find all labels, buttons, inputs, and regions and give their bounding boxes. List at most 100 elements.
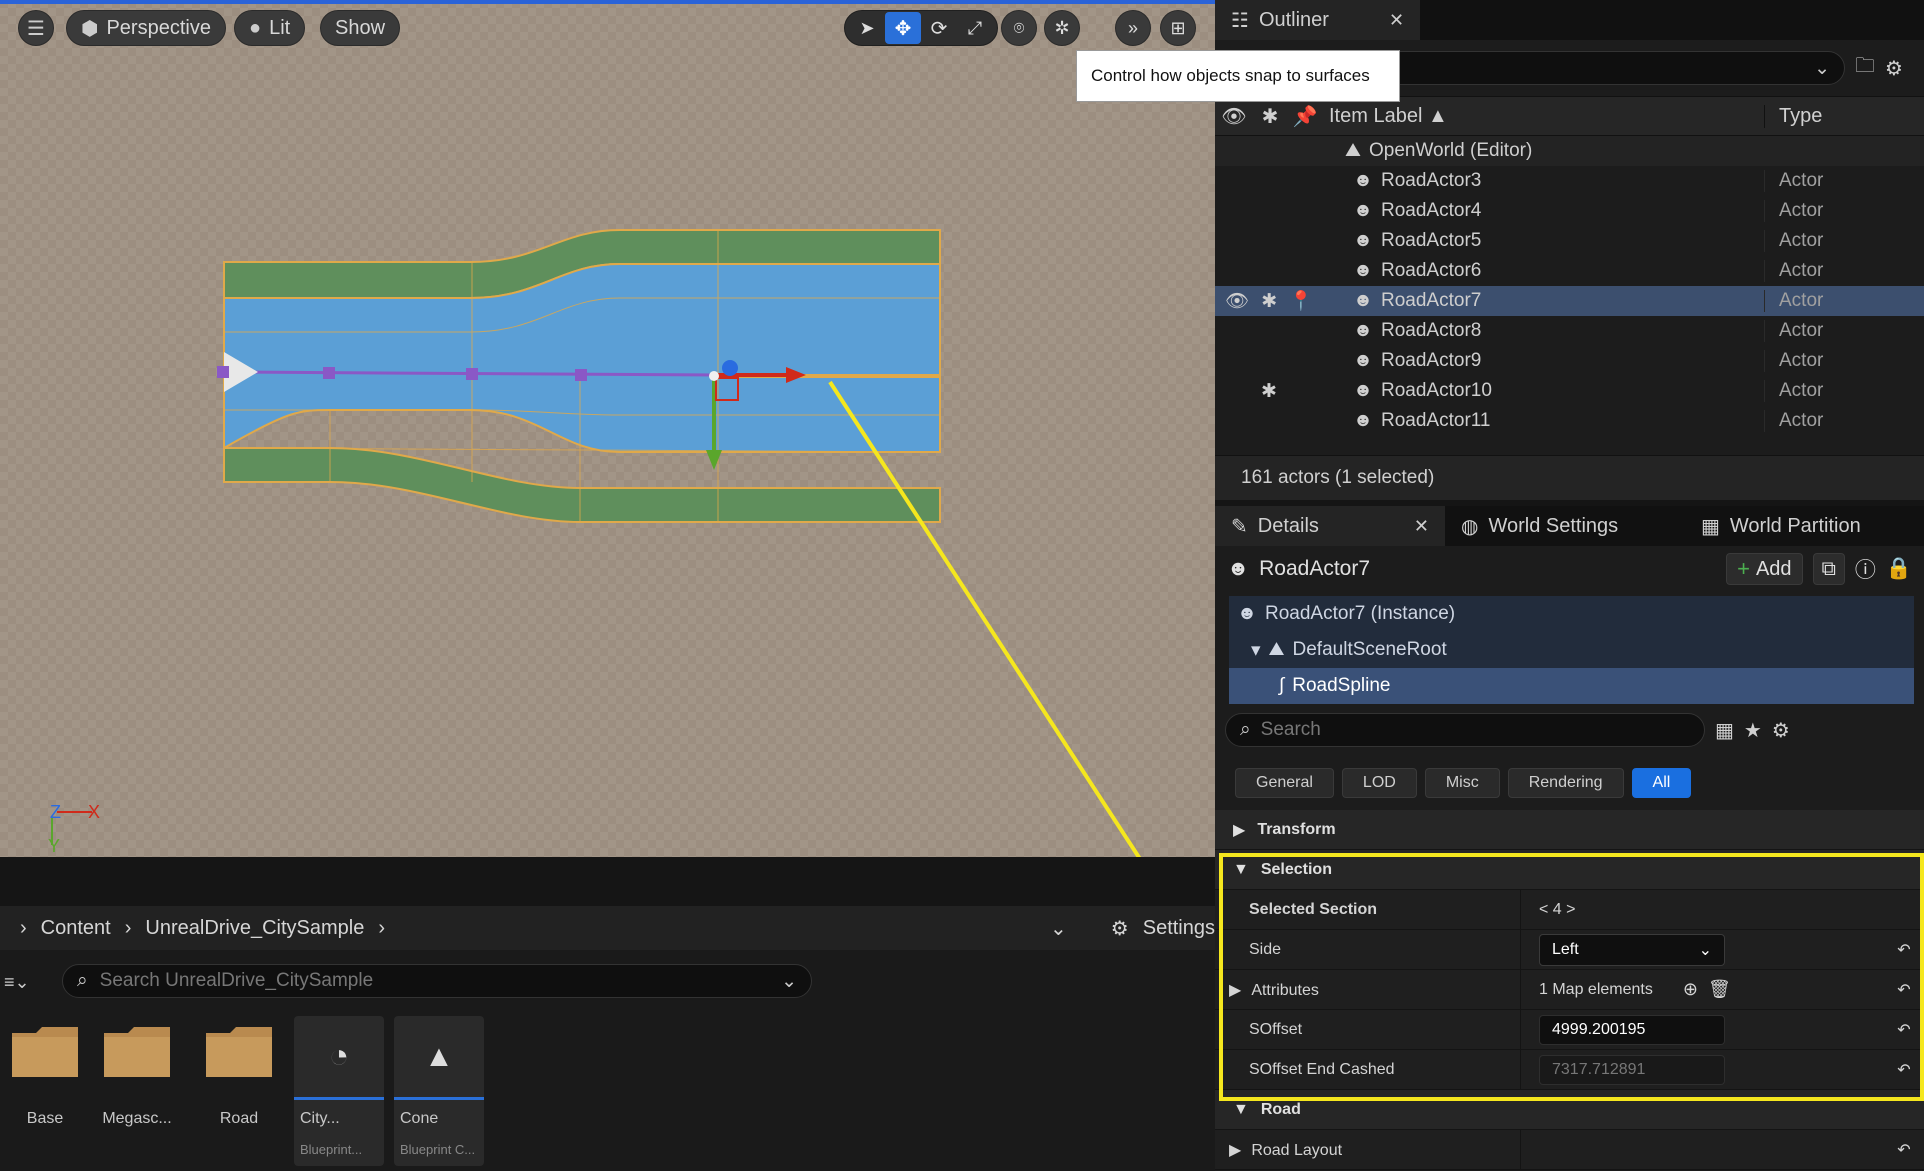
rotate-tool-button[interactable]: ⟳ — [921, 12, 957, 44]
translate-tool-button[interactable]: ✥ — [885, 12, 921, 44]
category-transform[interactable]: ▶ Transform — [1215, 810, 1924, 850]
star-icon[interactable]: ✱ — [1261, 380, 1277, 403]
actor-icon: ☻ — [1353, 380, 1373, 401]
prop-side: Side Left ⌄ ↶ — [1215, 930, 1924, 970]
reset-icon[interactable]: ↶ — [1884, 980, 1924, 1000]
outliner-row[interactable]: ☻ RoadActor8 Actor — [1215, 316, 1924, 346]
chevron-right-icon[interactable]: ▶ — [1229, 1142, 1241, 1159]
reset-icon[interactable]: ↶ — [1884, 1140, 1924, 1160]
chevron-right-icon[interactable]: › — [378, 917, 385, 940]
close-icon[interactable]: ✕ — [1414, 516, 1429, 537]
reset-icon[interactable]: ↶ — [1884, 1060, 1924, 1080]
chevron-down-icon[interactable]: ⌄ — [1050, 916, 1067, 941]
grid-layout-icon: ⊞ — [1170, 17, 1186, 38]
asset-city-blueprint[interactable]: ◔ City... Blueprint... — [294, 1016, 384, 1166]
layout-button[interactable]: ⊞ — [1160, 10, 1196, 46]
show-button[interactable]: Show — [320, 10, 401, 46]
viewport-menu-button[interactable]: ☰ — [18, 10, 54, 46]
details-search-input[interactable]: ⌕ Search — [1225, 713, 1705, 747]
breadcrumb-content[interactable]: Content — [41, 917, 111, 940]
item-label-header[interactable]: Item Label ▲ — [1323, 105, 1764, 128]
star-icon[interactable]: ★ — [1744, 718, 1762, 743]
category-selection[interactable]: ▼ Selection — [1215, 850, 1924, 890]
filter-misc[interactable]: Misc — [1424, 768, 1500, 798]
eye-icon[interactable]: 👁 — [1225, 289, 1249, 313]
breadcrumb-folder[interactable]: UnrealDrive_CitySample — [145, 917, 364, 940]
selected-section-value[interactable]: < 4 > — [1539, 901, 1575, 919]
row-type: Actor — [1764, 170, 1924, 192]
outliner-row[interactable]: ☻ RoadActor9 Actor — [1215, 346, 1924, 376]
chevron-down-icon[interactable]: ▾ — [1251, 639, 1261, 662]
scale-tool-button[interactable]: ⤢ — [957, 12, 993, 44]
outliner-row[interactable]: ✱ ☻ RoadActor10 Actor — [1215, 376, 1924, 406]
component-instance[interactable]: ☻ RoadActor7 (Instance) — [1229, 596, 1914, 632]
table-view-icon[interactable]: ▦ — [1715, 718, 1734, 743]
perspective-button[interactable]: ⬢ Perspective — [66, 10, 226, 46]
root-label: OpenWorld (Editor) — [1368, 140, 1533, 161]
gear-icon[interactable]: ⚙ — [1772, 718, 1790, 743]
select-tool-button[interactable]: ➤ — [849, 12, 885, 44]
reset-icon[interactable]: ↶ — [1884, 940, 1924, 960]
add-component-button[interactable]: + Add — [1726, 553, 1803, 585]
tab-outliner[interactable]: ☷ Outliner ✕ — [1215, 0, 1421, 40]
outliner-row[interactable]: ☻ RoadActor6 Actor — [1215, 256, 1924, 286]
filter-icon[interactable]: ≡⌄ — [4, 972, 30, 993]
type-header[interactable]: Type — [1764, 104, 1924, 128]
soffset-input[interactable]: 4999.200195 — [1539, 1014, 1725, 1045]
trash-icon[interactable]: 🗑 — [1708, 979, 1731, 1000]
component-road-spline[interactable]: ∫ RoadSpline — [1229, 668, 1914, 704]
outliner-row[interactable]: 👁 ✱ 📍 ☻ RoadActor7 Actor — [1215, 286, 1924, 316]
outliner-row[interactable]: ☻ RoadActor3 Actor — [1215, 166, 1924, 196]
road-scene[interactable]: Z X Y — [0, 0, 1215, 857]
blueprint-button[interactable]: ⧉ — [1812, 553, 1845, 585]
actor-name: RoadActor7 — [1259, 557, 1371, 580]
filter-lod[interactable]: LOD — [1341, 768, 1417, 798]
chevron-down-icon[interactable]: ⌄ — [781, 970, 797, 993]
folder-road[interactable]: Road — [194, 1016, 284, 1166]
folder-megascans[interactable]: Megasc... — [92, 1016, 182, 1166]
filter-rendering[interactable]: Rendering — [1507, 768, 1624, 798]
more-options-button[interactable]: » — [1115, 10, 1151, 46]
details-search-row: ⌕ Search ▦ ★ ⚙ — [1215, 704, 1924, 756]
filter-general[interactable]: General — [1235, 768, 1334, 798]
actor-icon: ☻ — [1237, 603, 1257, 624]
reset-icon[interactable]: ↶ — [1884, 1020, 1924, 1040]
level-viewport[interactable]: Z X Y ☰ ⬢ Perspective ● Lit Show ➤ ✥ ⟳ ⤢… — [0, 0, 1215, 857]
filter-all[interactable]: All — [1631, 768, 1692, 798]
component-default-scene-root[interactable]: ▾ ⛰ DefaultSceneRoot — [1229, 632, 1914, 668]
outliner-row[interactable]: ☻ RoadActor5 Actor — [1215, 226, 1924, 256]
star-column-icon[interactable]: ✱ — [1253, 104, 1287, 129]
pin-icon[interactable]: 📍 — [1289, 289, 1313, 313]
surface-snap-button[interactable]: ✲ — [1044, 10, 1080, 46]
folder-base[interactable]: Base — [0, 1016, 90, 1166]
settings-button[interactable]: Settings — [1143, 917, 1215, 940]
outliner-row[interactable]: ☻ RoadActor4 Actor — [1215, 196, 1924, 226]
content-search-input[interactable]: ⌕ Search UnrealDrive_CitySample ⌄ — [62, 964, 812, 998]
lock-icon[interactable]: 🔒 — [1886, 557, 1912, 581]
chevron-right-icon[interactable]: › — [20, 917, 27, 940]
help-icon[interactable]: ⓘ — [1855, 554, 1876, 584]
outliner-root-row[interactable]: ⛰ OpenWorld (Editor) — [1215, 136, 1924, 166]
outliner-row[interactable]: ☻ RoadActor11 Actor — [1215, 406, 1924, 436]
coordinate-space-button[interactable]: ⌾ — [1001, 10, 1037, 46]
add-element-icon[interactable]: ⊕ — [1683, 979, 1698, 1000]
chevron-double-right-icon: » — [1127, 17, 1138, 38]
chevron-right-icon[interactable]: ▶ — [1229, 982, 1241, 999]
close-icon[interactable]: ✕ — [1389, 10, 1404, 31]
gear-icon[interactable]: ⚙ — [1885, 56, 1903, 81]
asset-cone-blueprint[interactable]: ▲ Cone Blueprint C... — [394, 1016, 484, 1166]
tab-details[interactable]: ✎ Details ✕ — [1215, 506, 1445, 546]
svg-text:Z: Z — [50, 802, 61, 822]
tab-world-partition[interactable]: ▦ World Partition — [1685, 506, 1877, 546]
chevron-right-icon[interactable]: › — [125, 917, 132, 940]
add-folder-icon[interactable]: 🗀 — [1855, 51, 1875, 85]
pin-column-icon[interactable]: 📌 — [1287, 104, 1323, 129]
actor-count: 161 actors (1 selected) — [1215, 455, 1924, 500]
lit-button[interactable]: ● Lit — [234, 10, 306, 46]
side-dropdown[interactable]: Left ⌄ — [1539, 933, 1725, 966]
star-icon[interactable]: ✱ — [1261, 290, 1277, 313]
chevron-down-icon[interactable]: ⌄ — [1814, 57, 1830, 80]
tab-world-settings[interactable]: ◍ World Settings — [1445, 506, 1685, 546]
category-road[interactable]: ▼ Road — [1215, 1090, 1924, 1130]
visibility-column-icon[interactable]: 👁 — [1215, 104, 1253, 129]
